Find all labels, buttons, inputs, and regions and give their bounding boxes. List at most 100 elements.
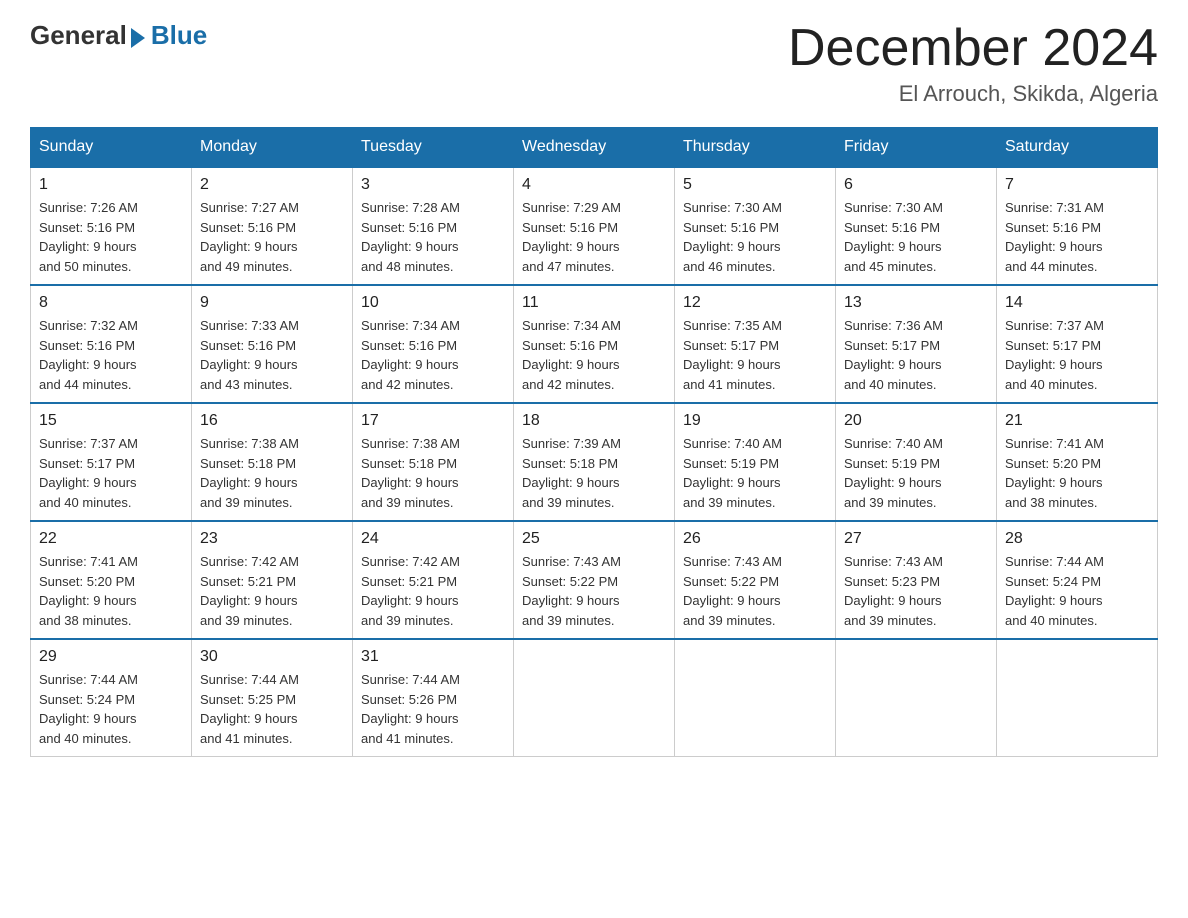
day-info: Sunrise: 7:35 AMSunset: 5:17 PMDaylight:… bbox=[683, 316, 827, 394]
day-info: Sunrise: 7:43 AMSunset: 5:22 PMDaylight:… bbox=[522, 552, 666, 630]
day-info: Sunrise: 7:29 AMSunset: 5:16 PMDaylight:… bbox=[522, 198, 666, 276]
day-info: Sunrise: 7:39 AMSunset: 5:18 PMDaylight:… bbox=[522, 434, 666, 512]
day-info: Sunrise: 7:44 AMSunset: 5:24 PMDaylight:… bbox=[39, 670, 183, 748]
col-header-wednesday: Wednesday bbox=[514, 128, 675, 168]
col-header-sunday: Sunday bbox=[31, 128, 192, 168]
day-number: 6 bbox=[844, 176, 988, 194]
calendar-day-9: 9 Sunrise: 7:33 AMSunset: 5:16 PMDaylight… bbox=[192, 285, 353, 403]
day-info: Sunrise: 7:27 AMSunset: 5:16 PMDaylight:… bbox=[200, 198, 344, 276]
day-number: 25 bbox=[522, 530, 666, 548]
calendar-day-22: 22 Sunrise: 7:41 AMSunset: 5:20 PMDayligh… bbox=[31, 521, 192, 639]
day-info: Sunrise: 7:30 AMSunset: 5:16 PMDaylight:… bbox=[683, 198, 827, 276]
day-info: Sunrise: 7:36 AMSunset: 5:17 PMDaylight:… bbox=[844, 316, 988, 394]
day-number: 10 bbox=[361, 294, 505, 312]
day-info: Sunrise: 7:34 AMSunset: 5:16 PMDaylight:… bbox=[361, 316, 505, 394]
day-number: 26 bbox=[683, 530, 827, 548]
day-info: Sunrise: 7:31 AMSunset: 5:16 PMDaylight:… bbox=[1005, 198, 1149, 276]
calendar-day-20: 20 Sunrise: 7:40 AMSunset: 5:19 PMDayligh… bbox=[836, 403, 997, 521]
day-info: Sunrise: 7:38 AMSunset: 5:18 PMDaylight:… bbox=[361, 434, 505, 512]
calendar-day-8: 8Sunrise: 7:32 AMSunset: 5:16 PMDaylight… bbox=[31, 285, 192, 403]
calendar-week-1: 1 Sunrise: 7:26 AMSunset: 5:16 PMDaylight… bbox=[31, 167, 1158, 285]
day-info: Sunrise: 7:30 AMSunset: 5:16 PMDaylight:… bbox=[844, 198, 988, 276]
day-number: 31 bbox=[361, 648, 505, 666]
calendar-day-3: 3 Sunrise: 7:28 AMSunset: 5:16 PMDaylight… bbox=[353, 167, 514, 285]
day-number: 21 bbox=[1005, 412, 1149, 430]
logo-arrow-icon bbox=[131, 28, 145, 48]
day-number: 17 bbox=[361, 412, 505, 430]
empty-cell bbox=[836, 639, 997, 757]
day-number: 16 bbox=[200, 412, 344, 430]
calendar-day-31: 31 Sunrise: 7:44 AMSunset: 5:26 PMDayligh… bbox=[353, 639, 514, 757]
calendar-week-2: 8Sunrise: 7:32 AMSunset: 5:16 PMDaylight… bbox=[31, 285, 1158, 403]
calendar-day-5: 5Sunrise: 7:30 AMSunset: 5:16 PMDaylight… bbox=[675, 167, 836, 285]
calendar-header-row: SundayMondayTuesdayWednesdayThursdayFrid… bbox=[31, 128, 1158, 168]
day-number: 29 bbox=[39, 648, 183, 666]
calendar-day-15: 15 Sunrise: 7:37 AMSunset: 5:17 PMDayligh… bbox=[31, 403, 192, 521]
calendar-day-10: 10 Sunrise: 7:34 AMSunset: 5:16 PMDayligh… bbox=[353, 285, 514, 403]
calendar-day-6: 6 Sunrise: 7:30 AMSunset: 5:16 PMDaylight… bbox=[836, 167, 997, 285]
day-number: 24 bbox=[361, 530, 505, 548]
day-number: 22 bbox=[39, 530, 183, 548]
calendar-day-27: 27Sunrise: 7:43 AMSunset: 5:23 PMDayligh… bbox=[836, 521, 997, 639]
day-info: Sunrise: 7:34 AMSunset: 5:16 PMDaylight:… bbox=[522, 316, 666, 394]
calendar-day-13: 13 Sunrise: 7:36 AMSunset: 5:17 PMDayligh… bbox=[836, 285, 997, 403]
day-number: 20 bbox=[844, 412, 988, 430]
calendar-day-1: 1 Sunrise: 7:26 AMSunset: 5:16 PMDaylight… bbox=[31, 167, 192, 285]
calendar-day-30: 30 Sunrise: 7:44 AMSunset: 5:25 PMDayligh… bbox=[192, 639, 353, 757]
logo: General Blue bbox=[30, 20, 207, 51]
day-info: Sunrise: 7:40 AMSunset: 5:19 PMDaylight:… bbox=[683, 434, 827, 512]
day-number: 2 bbox=[200, 176, 344, 194]
calendar-day-19: 19Sunrise: 7:40 AMSunset: 5:19 PMDayligh… bbox=[675, 403, 836, 521]
day-number: 14 bbox=[1005, 294, 1149, 312]
location-label: El Arrouch, Skikda, Algeria bbox=[788, 81, 1158, 107]
day-info: Sunrise: 7:28 AMSunset: 5:16 PMDaylight:… bbox=[361, 198, 505, 276]
col-header-saturday: Saturday bbox=[997, 128, 1158, 168]
day-info: Sunrise: 7:32 AMSunset: 5:16 PMDaylight:… bbox=[39, 316, 183, 394]
day-number: 4 bbox=[522, 176, 666, 194]
day-info: Sunrise: 7:37 AMSunset: 5:17 PMDaylight:… bbox=[1005, 316, 1149, 394]
day-info: Sunrise: 7:43 AMSunset: 5:22 PMDaylight:… bbox=[683, 552, 827, 630]
calendar-day-16: 16 Sunrise: 7:38 AMSunset: 5:18 PMDayligh… bbox=[192, 403, 353, 521]
logo-blue-text: Blue bbox=[151, 20, 207, 51]
day-number: 1 bbox=[39, 176, 183, 194]
page-header: General Blue December 2024 El Arrouch, S… bbox=[30, 20, 1158, 107]
calendar-day-2: 2 Sunrise: 7:27 AMSunset: 5:16 PMDaylight… bbox=[192, 167, 353, 285]
day-number: 12 bbox=[683, 294, 827, 312]
calendar-day-26: 26 Sunrise: 7:43 AMSunset: 5:22 PMDayligh… bbox=[675, 521, 836, 639]
col-header-friday: Friday bbox=[836, 128, 997, 168]
day-info: Sunrise: 7:38 AMSunset: 5:18 PMDaylight:… bbox=[200, 434, 344, 512]
day-number: 30 bbox=[200, 648, 344, 666]
day-number: 7 bbox=[1005, 176, 1149, 194]
day-info: Sunrise: 7:37 AMSunset: 5:17 PMDaylight:… bbox=[39, 434, 183, 512]
day-info: Sunrise: 7:41 AMSunset: 5:20 PMDaylight:… bbox=[1005, 434, 1149, 512]
day-number: 13 bbox=[844, 294, 988, 312]
day-number: 9 bbox=[200, 294, 344, 312]
calendar-day-18: 18Sunrise: 7:39 AMSunset: 5:18 PMDayligh… bbox=[514, 403, 675, 521]
day-info: Sunrise: 7:44 AMSunset: 5:25 PMDaylight:… bbox=[200, 670, 344, 748]
calendar-day-23: 23Sunrise: 7:42 AMSunset: 5:21 PMDayligh… bbox=[192, 521, 353, 639]
day-info: Sunrise: 7:40 AMSunset: 5:19 PMDaylight:… bbox=[844, 434, 988, 512]
col-header-tuesday: Tuesday bbox=[353, 128, 514, 168]
col-header-monday: Monday bbox=[192, 128, 353, 168]
calendar-day-25: 25 Sunrise: 7:43 AMSunset: 5:22 PMDayligh… bbox=[514, 521, 675, 639]
day-number: 3 bbox=[361, 176, 505, 194]
day-info: Sunrise: 7:26 AMSunset: 5:16 PMDaylight:… bbox=[39, 198, 183, 276]
calendar-week-3: 15 Sunrise: 7:37 AMSunset: 5:17 PMDayligh… bbox=[31, 403, 1158, 521]
calendar-day-11: 11Sunrise: 7:34 AMSunset: 5:16 PMDayligh… bbox=[514, 285, 675, 403]
calendar-day-29: 29 Sunrise: 7:44 AMSunset: 5:24 PMDayligh… bbox=[31, 639, 192, 757]
calendar-day-21: 21 Sunrise: 7:41 AMSunset: 5:20 PMDayligh… bbox=[997, 403, 1158, 521]
day-info: Sunrise: 7:44 AMSunset: 5:26 PMDaylight:… bbox=[361, 670, 505, 748]
calendar-day-14: 14 Sunrise: 7:37 AMSunset: 5:17 PMDayligh… bbox=[997, 285, 1158, 403]
calendar-day-28: 28Sunrise: 7:44 AMSunset: 5:24 PMDayligh… bbox=[997, 521, 1158, 639]
day-info: Sunrise: 7:33 AMSunset: 5:16 PMDaylight:… bbox=[200, 316, 344, 394]
logo-general-text: General bbox=[30, 20, 127, 51]
calendar-table: SundayMondayTuesdayWednesdayThursdayFrid… bbox=[30, 127, 1158, 757]
calendar-week-5: 29 Sunrise: 7:44 AMSunset: 5:24 PMDayligh… bbox=[31, 639, 1158, 757]
day-number: 15 bbox=[39, 412, 183, 430]
day-info: Sunrise: 7:41 AMSunset: 5:20 PMDaylight:… bbox=[39, 552, 183, 630]
empty-cell bbox=[997, 639, 1158, 757]
calendar-day-12: 12 Sunrise: 7:35 AMSunset: 5:17 PMDayligh… bbox=[675, 285, 836, 403]
day-number: 28 bbox=[1005, 530, 1149, 548]
calendar-day-24: 24Sunrise: 7:42 AMSunset: 5:21 PMDayligh… bbox=[353, 521, 514, 639]
day-info: Sunrise: 7:43 AMSunset: 5:23 PMDaylight:… bbox=[844, 552, 988, 630]
